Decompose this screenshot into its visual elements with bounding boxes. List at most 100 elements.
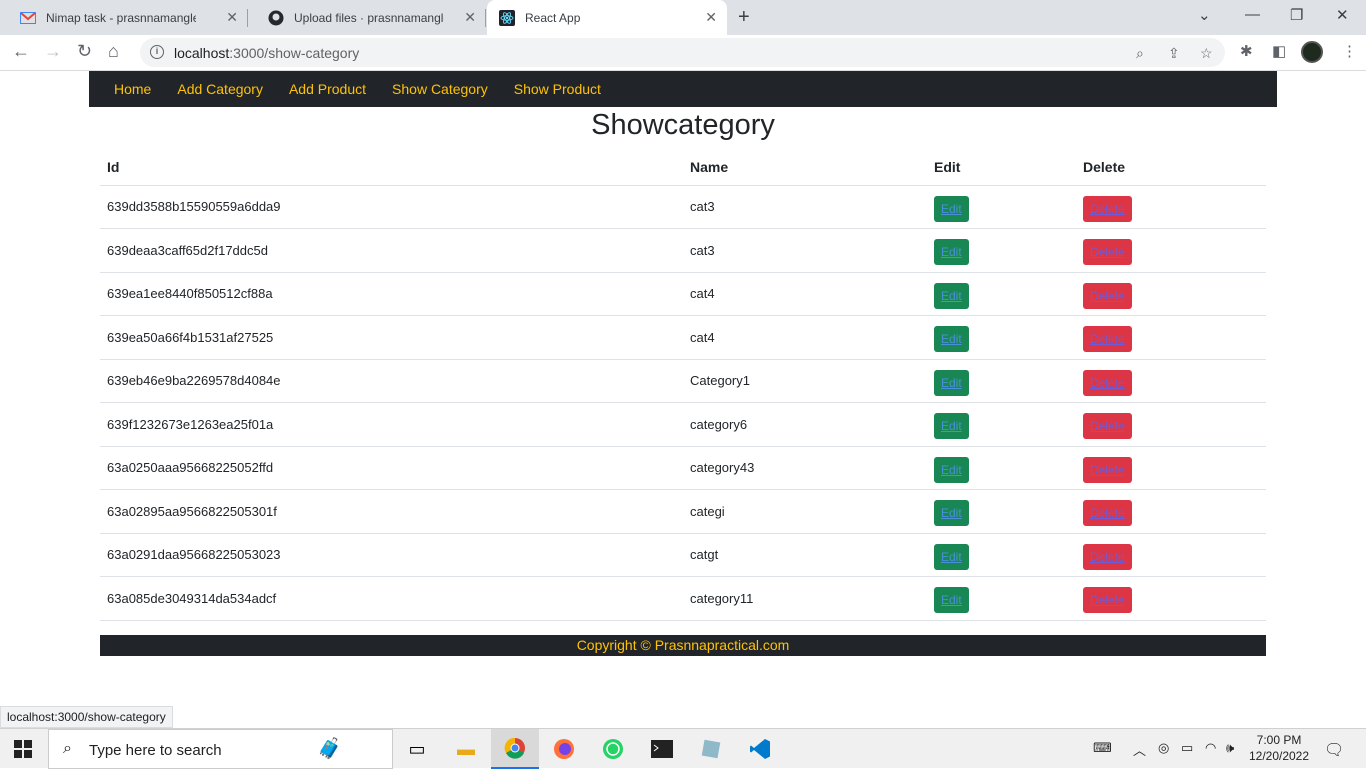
delete-button[interactable]: Delete: [1083, 587, 1132, 614]
edit-button[interactable]: Edit: [934, 282, 969, 309]
delete-cell: Delete: [1076, 185, 1266, 229]
delete-button[interactable]: Delete: [1083, 500, 1132, 527]
windows-start-icon[interactable]: [14, 740, 32, 758]
chevron-down-icon[interactable]: ⌄: [1198, 6, 1211, 24]
tab-react-app[interactable]: React App ✕: [487, 0, 727, 35]
page-title: Showcategory: [591, 109, 775, 141]
extensions-icon[interactable]: ✱: [1240, 42, 1253, 60]
delete-cell: Delete: [1076, 576, 1266, 621]
delete-button[interactable]: Delete: [1083, 326, 1132, 353]
page-content: Home Add Category Add Product Show Categ…: [0, 71, 1366, 705]
row-id: 639deaa3caff65d2f17ddc5d: [100, 228, 683, 273]
restore-icon[interactable]: ❐: [1290, 6, 1303, 24]
row-id: 63a085de3049314da534adcf: [100, 576, 683, 621]
delete-button[interactable]: Delete: [1083, 239, 1132, 266]
chevron-up-icon[interactable]: ︿: [1133, 740, 1146, 759]
table-row: 63a0250aaa95668225052ffd category43 Edit De…: [100, 446, 1266, 490]
delete-button[interactable]: Delete: [1083, 195, 1132, 222]
whatsapp-icon[interactable]: [589, 729, 637, 769]
address-bar[interactable]: i localhost:3000/show-category ⌕ ⇪ ☆: [140, 38, 1225, 67]
edit-button[interactable]: Edit: [934, 369, 969, 396]
category-table: Id Name Edit Delete 639dd3588b15590559a6…: [100, 149, 1266, 621]
meet-now-icon[interactable]: ◎: [1158, 740, 1169, 756]
clock-date: 12/20/2022: [1248, 749, 1310, 763]
edit-button[interactable]: Edit: [934, 326, 969, 353]
vscode-icon[interactable]: [736, 729, 784, 769]
row-name: Category1: [683, 359, 927, 403]
close-tab-icon[interactable]: ✕: [705, 9, 717, 26]
nav-show-product[interactable]: Show Product: [514, 81, 601, 97]
table-row: 639ea50a66f4b1531af27525 cat4 Edit Delete: [100, 315, 1266, 360]
edit-button[interactable]: Edit: [934, 413, 969, 440]
row-id: 639dd3588b15590559a6dda9: [100, 185, 683, 229]
firefox-icon[interactable]: [540, 729, 588, 769]
side-panel-icon[interactable]: ◧: [1272, 42, 1286, 60]
back-icon[interactable]: ←: [12, 41, 30, 62]
wifi-icon[interactable]: ◠: [1205, 740, 1216, 756]
clock-time: 7:00 PM: [1256, 733, 1302, 747]
row-name: catgt: [683, 533, 927, 577]
system-clock[interactable]: 7:00 PM 12/20/2022: [1244, 732, 1314, 764]
edit-button[interactable]: Edit: [934, 500, 969, 527]
delete-button[interactable]: Delete: [1083, 456, 1132, 483]
table-body: 639dd3588b15590559a6dda9 cat3 Edit Delete 63…: [100, 185, 1266, 621]
new-tab-icon[interactable]: +: [738, 6, 750, 29]
terminal-icon[interactable]: [638, 729, 686, 769]
url-text[interactable]: localhost:3000/show-category: [174, 45, 359, 61]
delete-cell: Delete: [1076, 315, 1266, 360]
row-id: 639eb46e9ba2269578d4084e: [100, 359, 683, 403]
notes-app-icon[interactable]: [687, 729, 735, 769]
nav-show-category[interactable]: Show Category: [392, 81, 488, 97]
col-header-id: Id: [100, 149, 683, 186]
nav-add-category[interactable]: Add Category: [177, 81, 263, 97]
volume-icon[interactable]: 🕪: [1226, 740, 1234, 756]
row-name: cat3: [683, 185, 927, 229]
close-tab-icon[interactable]: ✕: [464, 9, 476, 26]
nav-home[interactable]: Home: [114, 81, 151, 97]
info-icon[interactable]: i: [150, 45, 164, 59]
menu-kebab-icon[interactable]: ⋮: [1342, 42, 1357, 60]
notifications-icon[interactable]: 🗨: [1324, 740, 1344, 760]
table-row: 639f1232673e1263ea25f01a category6 Edit Del…: [100, 402, 1266, 447]
tab-github[interactable]: Upload files · prasnnamangle/Cru ✕: [248, 0, 486, 35]
row-id: 63a02895aa9566822505301f: [100, 489, 683, 534]
tab-gmail[interactable]: Nimap task - prasnnamangle027@ ✕: [0, 0, 248, 35]
zoom-icon[interactable]: ⌕: [1136, 45, 1144, 62]
delete-button[interactable]: Delete: [1083, 282, 1132, 309]
battery-icon[interactable]: ▭: [1181, 740, 1193, 756]
delete-cell: Delete: [1076, 489, 1266, 534]
footer: Copyright © Prasnnapractical.com: [100, 635, 1266, 656]
table-header-row: Id Name Edit Delete: [100, 149, 1266, 186]
delete-button[interactable]: Delete: [1083, 369, 1132, 396]
row-id: 639f1232673e1263ea25f01a: [100, 402, 683, 447]
reload-icon[interactable]: ↻: [77, 41, 92, 62]
home-icon[interactable]: ⌂: [108, 41, 119, 62]
forward-icon[interactable]: →: [44, 41, 62, 62]
bookmark-star-icon[interactable]: ☆: [1200, 45, 1213, 62]
close-tab-icon[interactable]: ✕: [226, 9, 238, 26]
delete-button[interactable]: Delete: [1083, 413, 1132, 440]
chrome-icon[interactable]: [491, 729, 539, 769]
taskbar-search-box[interactable]: ⌕ Type here to search 🧳: [48, 729, 393, 769]
minimize-icon[interactable]: —: [1245, 6, 1260, 23]
row-name: category43: [683, 446, 927, 490]
edit-cell: Edit: [927, 272, 1076, 316]
edit-button[interactable]: Edit: [934, 543, 969, 570]
task-view-icon[interactable]: ▭: [393, 729, 441, 769]
keyboard-layout-icon[interactable]: ⌨: [1093, 740, 1112, 756]
delete-button[interactable]: Delete: [1083, 543, 1132, 570]
table-row: 639dd3588b15590559a6dda9 cat3 Edit Delete: [100, 185, 1266, 229]
share-icon[interactable]: ⇪: [1168, 45, 1180, 62]
close-window-icon[interactable]: ✕: [1336, 6, 1349, 24]
edit-button[interactable]: Edit: [934, 239, 969, 266]
col-header-delete: Delete: [1076, 149, 1266, 186]
profile-avatar[interactable]: [1301, 41, 1323, 63]
edit-button[interactable]: Edit: [934, 195, 969, 222]
nav-add-product[interactable]: Add Product: [289, 81, 366, 97]
edit-button[interactable]: Edit: [934, 456, 969, 483]
file-explorer-icon[interactable]: ▬: [442, 729, 490, 769]
edit-cell: Edit: [927, 359, 1076, 403]
edit-button[interactable]: Edit: [934, 587, 969, 614]
table-row: 63a085de3049314da534adcf category11 Edit De…: [100, 576, 1266, 621]
delete-cell: Delete: [1076, 446, 1266, 490]
